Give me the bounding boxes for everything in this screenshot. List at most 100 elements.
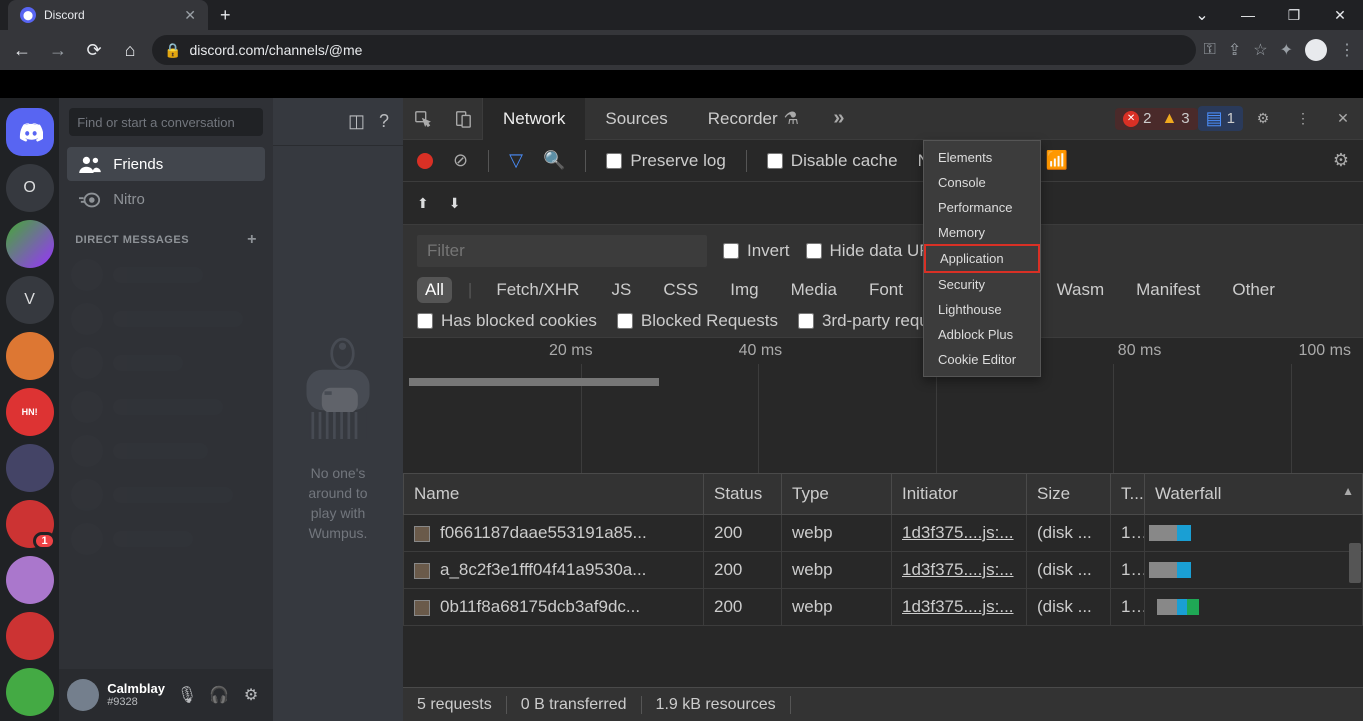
network-settings-icon[interactable]: ⚙ bbox=[1333, 150, 1349, 171]
menu-item-console[interactable]: Console bbox=[924, 170, 1040, 195]
key-icon[interactable]: ⚿ bbox=[1204, 41, 1216, 59]
filter-manifest[interactable]: Manifest bbox=[1128, 277, 1208, 303]
inspect-icon[interactable] bbox=[403, 98, 443, 140]
initiator-link[interactable]: 1d3f375....js:... bbox=[902, 523, 1014, 542]
initiator-link[interactable]: 1d3f375....js:... bbox=[902, 597, 1014, 616]
browser-tab[interactable]: ⬤ Discord ✕ bbox=[8, 0, 208, 30]
server-item[interactable] bbox=[6, 556, 54, 604]
table-row[interactable]: 0b11f8a68175dcb3af9dc... 200 webp 1d3f37… bbox=[404, 589, 1363, 626]
server-item[interactable] bbox=[6, 332, 54, 380]
device-toggle-icon[interactable] bbox=[443, 98, 483, 140]
scrollbar-thumb[interactable] bbox=[1349, 543, 1361, 583]
filter-fetch[interactable]: Fetch/XHR bbox=[488, 277, 587, 303]
mute-icon[interactable]: 🎙 bbox=[173, 681, 201, 709]
filter-js[interactable]: JS bbox=[603, 277, 639, 303]
server-home[interactable] bbox=[6, 108, 54, 156]
close-window-button[interactable]: ✕ bbox=[1317, 0, 1363, 30]
col-initiator[interactable]: Initiator bbox=[892, 474, 1027, 515]
menu-item-performance[interactable]: Performance bbox=[924, 195, 1040, 220]
server-item[interactable]: HN! bbox=[6, 388, 54, 436]
server-item[interactable]: 1 bbox=[6, 500, 54, 548]
search-icon[interactable]: 🔍 bbox=[543, 150, 565, 171]
menu-item-lighthouse[interactable]: Lighthouse bbox=[924, 297, 1040, 322]
message-count[interactable]: ▤1 bbox=[1206, 108, 1235, 129]
col-waterfall[interactable]: Waterfall▲ bbox=[1145, 474, 1363, 515]
preserve-log-checkbox[interactable]: Preserve log bbox=[606, 151, 725, 171]
tab-recorder[interactable]: Recorder⚗ bbox=[688, 98, 819, 140]
server-item[interactable] bbox=[6, 220, 54, 268]
filter-img[interactable]: Img bbox=[722, 277, 766, 303]
error-count[interactable]: ✕2 bbox=[1123, 110, 1151, 127]
devtools-menu-icon[interactable]: ⋮ bbox=[1283, 98, 1323, 140]
deafen-icon[interactable]: 🎧 bbox=[205, 681, 233, 709]
invert-checkbox[interactable]: Invert bbox=[723, 241, 790, 261]
record-button[interactable] bbox=[417, 153, 433, 169]
server-item[interactable] bbox=[6, 612, 54, 660]
blocked-requests-checkbox[interactable]: Blocked Requests bbox=[617, 311, 778, 331]
tab-network[interactable]: Network bbox=[483, 98, 585, 140]
filter-media[interactable]: Media bbox=[783, 277, 845, 303]
filter-font[interactable]: Font bbox=[861, 277, 911, 303]
tab-dropdown-icon[interactable]: ⌄ bbox=[1179, 0, 1225, 30]
network-conditions-icon[interactable]: 📶 bbox=[1046, 150, 1068, 171]
export-har-icon[interactable]: ⬇ bbox=[449, 195, 461, 212]
add-dm-button[interactable]: + bbox=[247, 231, 257, 249]
filter-input[interactable] bbox=[417, 235, 707, 267]
initiator-link[interactable]: 1d3f375....js:... bbox=[902, 560, 1014, 579]
disable-cache-checkbox[interactable]: Disable cache bbox=[767, 151, 898, 171]
minimize-button[interactable]: ― bbox=[1225, 0, 1271, 30]
filter-wasm[interactable]: Wasm bbox=[1049, 277, 1113, 303]
filter-toggle-icon[interactable]: ▽ bbox=[509, 150, 523, 171]
profile-avatar[interactable] bbox=[1305, 39, 1327, 61]
friends-button[interactable]: Friends bbox=[67, 147, 265, 181]
new-tab-button[interactable]: + bbox=[220, 5, 231, 26]
warning-count[interactable]: ▲3 bbox=[1161, 110, 1189, 128]
filter-all[interactable]: All bbox=[417, 277, 452, 303]
devtools-close-icon[interactable]: ✕ bbox=[1323, 98, 1363, 140]
col-size[interactable]: Size bbox=[1027, 474, 1111, 515]
server-item[interactable]: O bbox=[6, 164, 54, 212]
server-item[interactable] bbox=[6, 444, 54, 492]
settings-icon[interactable]: ⚙ bbox=[237, 681, 265, 709]
menu-item-security[interactable]: Security bbox=[924, 272, 1040, 297]
network-timeline[interactable]: 20 ms 40 ms 60 ms 80 ms 100 ms bbox=[403, 338, 1363, 473]
close-tab-icon[interactable]: ✕ bbox=[184, 7, 196, 24]
menu-item-adblock[interactable]: Adblock Plus bbox=[924, 322, 1040, 347]
table-row[interactable]: a_8c2f3e1fff04f41a9530a... 200 webp 1d3f… bbox=[404, 552, 1363, 589]
col-status[interactable]: Status bbox=[704, 474, 782, 515]
address-bar[interactable]: 🔒 discord.com/channels/@me bbox=[152, 35, 1196, 65]
menu-icon[interactable]: ⋮ bbox=[1339, 40, 1355, 60]
menu-item-cookie-editor[interactable]: Cookie Editor bbox=[924, 347, 1040, 372]
clear-icon[interactable]: ⊘ bbox=[453, 150, 468, 171]
user-avatar[interactable] bbox=[67, 679, 99, 711]
nitro-button[interactable]: Nitro bbox=[67, 183, 265, 216]
home-button[interactable]: ⌂ bbox=[116, 40, 144, 61]
filter-other[interactable]: Other bbox=[1224, 277, 1283, 303]
maximize-button[interactable]: ❐ bbox=[1271, 0, 1317, 30]
dm-search-input[interactable]: Find or start a conversation bbox=[69, 108, 263, 136]
filter-css[interactable]: CSS bbox=[655, 277, 706, 303]
inbox-icon[interactable]: ◫ bbox=[348, 111, 365, 132]
bookmark-icon[interactable]: ☆ bbox=[1253, 40, 1267, 60]
col-type[interactable]: Type bbox=[782, 474, 892, 515]
server-item[interactable]: V bbox=[6, 276, 54, 324]
back-button[interactable]: ← bbox=[8, 40, 36, 61]
friends-label: Friends bbox=[113, 156, 163, 173]
col-time[interactable]: T... bbox=[1111, 474, 1145, 515]
blocked-cookies-checkbox[interactable]: Has blocked cookies bbox=[417, 311, 597, 331]
table-row[interactable]: f0661187daae553191a85... 200 webp 1d3f37… bbox=[404, 515, 1363, 552]
col-name[interactable]: Name bbox=[404, 474, 704, 515]
help-icon[interactable]: ? bbox=[379, 111, 389, 132]
import-har-icon[interactable]: ⬆ bbox=[417, 195, 429, 212]
tab-sources[interactable]: Sources bbox=[585, 98, 687, 140]
server-item[interactable] bbox=[6, 668, 54, 716]
extensions-icon[interactable]: ✦ bbox=[1280, 40, 1293, 60]
reload-button[interactable]: ⟳ bbox=[80, 40, 108, 61]
forward-button[interactable]: → bbox=[44, 40, 72, 61]
menu-item-elements[interactable]: Elements bbox=[924, 145, 1040, 170]
menu-item-application[interactable]: Application bbox=[924, 244, 1040, 273]
devtools-settings-icon[interactable]: ⚙ bbox=[1243, 98, 1283, 140]
menu-item-memory[interactable]: Memory bbox=[924, 220, 1040, 245]
share-icon[interactable]: ⇪ bbox=[1228, 40, 1241, 60]
tabs-overflow-icon[interactable]: » bbox=[819, 98, 859, 140]
